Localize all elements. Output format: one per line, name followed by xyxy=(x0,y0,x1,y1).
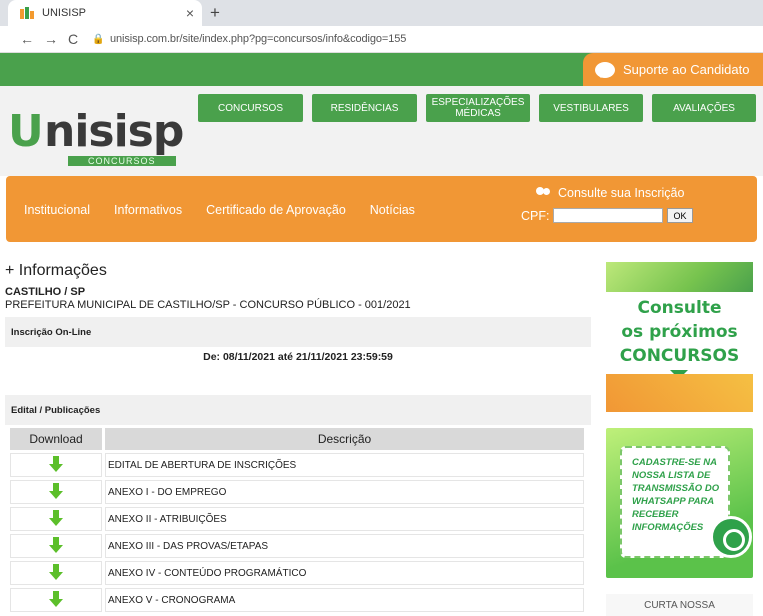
address-bar: ← → C 🔒 unisisp.com.br/site/index.php?pg… xyxy=(0,26,763,53)
nav-concursos[interactable]: CONCURSOS xyxy=(198,94,303,122)
url-field[interactable]: unisisp.com.br/site/index.php?pg=concurs… xyxy=(110,33,406,45)
nav-residencias[interactable]: RESIDÊNCIAS xyxy=(312,94,417,122)
col-download: Download xyxy=(10,428,102,450)
download-arrow-icon[interactable] xyxy=(49,590,63,607)
wa-line4: WHATSAPP PARA xyxy=(632,496,715,507)
download-cell[interactable] xyxy=(10,453,102,477)
consulte-inscricao: Consulte sua Inscrição xyxy=(536,186,684,200)
page-title: + Informações xyxy=(5,262,107,279)
banner-green-band xyxy=(606,262,753,292)
row-description[interactable]: ANEXO I - DO EMPREGO xyxy=(105,480,584,504)
nav-especializacoes[interactable]: ESPECIALIZAÇÕES MÉDICAS xyxy=(426,94,530,122)
download-cell[interactable] xyxy=(10,480,102,504)
forward-icon[interactable]: → xyxy=(44,31,68,47)
chat-icon xyxy=(595,61,615,78)
tab-close-icon[interactable]: × xyxy=(186,5,194,21)
cpf-label: CPF: xyxy=(521,208,550,223)
download-cell[interactable] xyxy=(10,588,102,612)
row-description[interactable]: ANEXO IV - CONTEÚDO PROGRAMÁTICO xyxy=(105,561,584,585)
menu-noticias[interactable]: Notícias xyxy=(370,203,415,217)
banner-orange-band xyxy=(606,374,753,412)
table-row: ANEXO V - CRONOGRAMA xyxy=(10,588,584,612)
row-description[interactable]: ANEXO II - ATRIBUIÇÕES xyxy=(105,507,584,531)
banner-line3: CONCURSOS xyxy=(619,346,740,366)
contest-title: PREFEITURA MUNICIPAL DE CASTILHO/SP - CO… xyxy=(5,299,411,311)
row-description[interactable]: EDITAL DE ABERTURA DE INSCRIÇÕES xyxy=(105,453,584,477)
download-arrow-icon[interactable] xyxy=(49,536,63,553)
logo-initial: U xyxy=(8,106,44,157)
wa-line2: NOSSA LISTA DE xyxy=(632,470,711,481)
row-description[interactable]: ANEXO V - CRONOGRAMA xyxy=(105,588,584,612)
menu-informativos[interactable]: Informativos xyxy=(114,203,182,217)
wa-line3: TRANSMISSÃO DO xyxy=(632,483,720,494)
users-icon xyxy=(536,187,552,199)
orange-menu-bar: Institucional Informativos Certificado d… xyxy=(6,176,757,242)
download-cell[interactable] xyxy=(10,561,102,585)
top-strip: Suporte ao Candidato xyxy=(0,53,763,86)
inscricao-header: Inscrição On-Line xyxy=(5,317,591,347)
unisisp-logo[interactable]: U nisisp CONCURSOS xyxy=(8,100,188,166)
main-nav: CONCURSOS RESIDÊNCIAS ESPECIALIZAÇÕES MÉD… xyxy=(198,94,756,122)
cpf-form: CPF: OK xyxy=(521,208,693,223)
publications-table: Download Descrição EDITAL DE ABERTURA DE… xyxy=(7,425,587,615)
download-cell[interactable] xyxy=(10,534,102,558)
main-content: + Informações CASTILHO / SP PREFEITURA M… xyxy=(5,262,591,615)
table-row: ANEXO I - DO EMPREGO xyxy=(10,480,584,504)
nav-avaliacoes[interactable]: AVALIAÇÕES xyxy=(652,94,756,122)
table-row: EDITAL DE ABERTURA DE INSCRIÇÕES xyxy=(10,453,584,477)
banner-line1: Consulte xyxy=(637,298,722,318)
inscricao-dates: De: 08/11/2021 até 21/11/2021 23:59:59 xyxy=(203,351,393,363)
reload-icon[interactable]: C xyxy=(68,31,92,47)
back-icon[interactable]: ← xyxy=(20,31,44,47)
banner-text: Consulte os próximos CONCURSOS xyxy=(606,296,753,368)
curta-banner[interactable]: CURTA NOSSA xyxy=(606,594,753,616)
logo-name: nisisp xyxy=(44,106,184,157)
wa-line5: RECEBER xyxy=(632,509,679,520)
edital-header: Edital / Publicações xyxy=(5,395,591,425)
whatsapp-icon xyxy=(710,516,752,558)
download-arrow-icon[interactable] xyxy=(49,455,63,472)
banner-line2: os próximos xyxy=(621,322,738,342)
nav-especializacoes-line1: ESPECIALIZAÇÕES xyxy=(431,97,525,108)
logo-subtitle: CONCURSOS xyxy=(68,156,176,166)
unisisp-favicon xyxy=(20,7,34,19)
browser-tab-strip: UNISISP × + xyxy=(0,0,763,26)
tab-title: UNISISP xyxy=(42,7,87,19)
consulte-concursos-banner[interactable]: Consulte os próximos CONCURSOS xyxy=(606,262,753,412)
nav-especializacoes-line2: MÉDICAS xyxy=(455,108,501,119)
cpf-ok-button[interactable]: OK xyxy=(667,208,693,223)
download-arrow-icon[interactable] xyxy=(49,509,63,526)
table-row: ANEXO III - DAS PROVAS/ETAPAS xyxy=(10,534,584,558)
whatsapp-banner[interactable]: CADASTRE-SE NA NOSSA LISTA DE TRANSMISSÃ… xyxy=(606,428,753,578)
support-button[interactable]: Suporte ao Candidato xyxy=(583,53,763,86)
menu-certificado[interactable]: Certificado de Aprovação xyxy=(206,203,346,217)
secondary-menu: Institucional Informativos Certificado d… xyxy=(24,203,415,217)
row-description[interactable]: ANEXO III - DAS PROVAS/ETAPAS xyxy=(105,534,584,558)
col-descricao: Descrição xyxy=(105,428,584,450)
nav-vestibulares[interactable]: VESTIBULARES xyxy=(539,94,643,122)
menu-institucional[interactable]: Institucional xyxy=(24,203,90,217)
cpf-input[interactable] xyxy=(553,208,664,223)
consulte-title: Consulte sua Inscrição xyxy=(558,186,685,200)
wa-line6: INFORMAÇÕES xyxy=(632,522,704,533)
wa-line1: CADASTRE-SE NA xyxy=(632,457,717,468)
download-arrow-icon[interactable] xyxy=(49,482,63,499)
new-tab-icon[interactable]: + xyxy=(210,3,220,23)
city-label: CASTILHO / SP xyxy=(5,286,86,298)
download-cell[interactable] xyxy=(10,507,102,531)
lock-icon[interactable]: 🔒 xyxy=(92,34,110,45)
table-row: ANEXO II - ATRIBUIÇÕES xyxy=(10,507,584,531)
support-label: Suporte ao Candidato xyxy=(623,62,750,77)
table-row: ANEXO IV - CONTEÚDO PROGRAMÁTICO xyxy=(10,561,584,585)
browser-tab[interactable]: UNISISP × xyxy=(8,0,202,26)
download-arrow-icon[interactable] xyxy=(49,563,63,580)
